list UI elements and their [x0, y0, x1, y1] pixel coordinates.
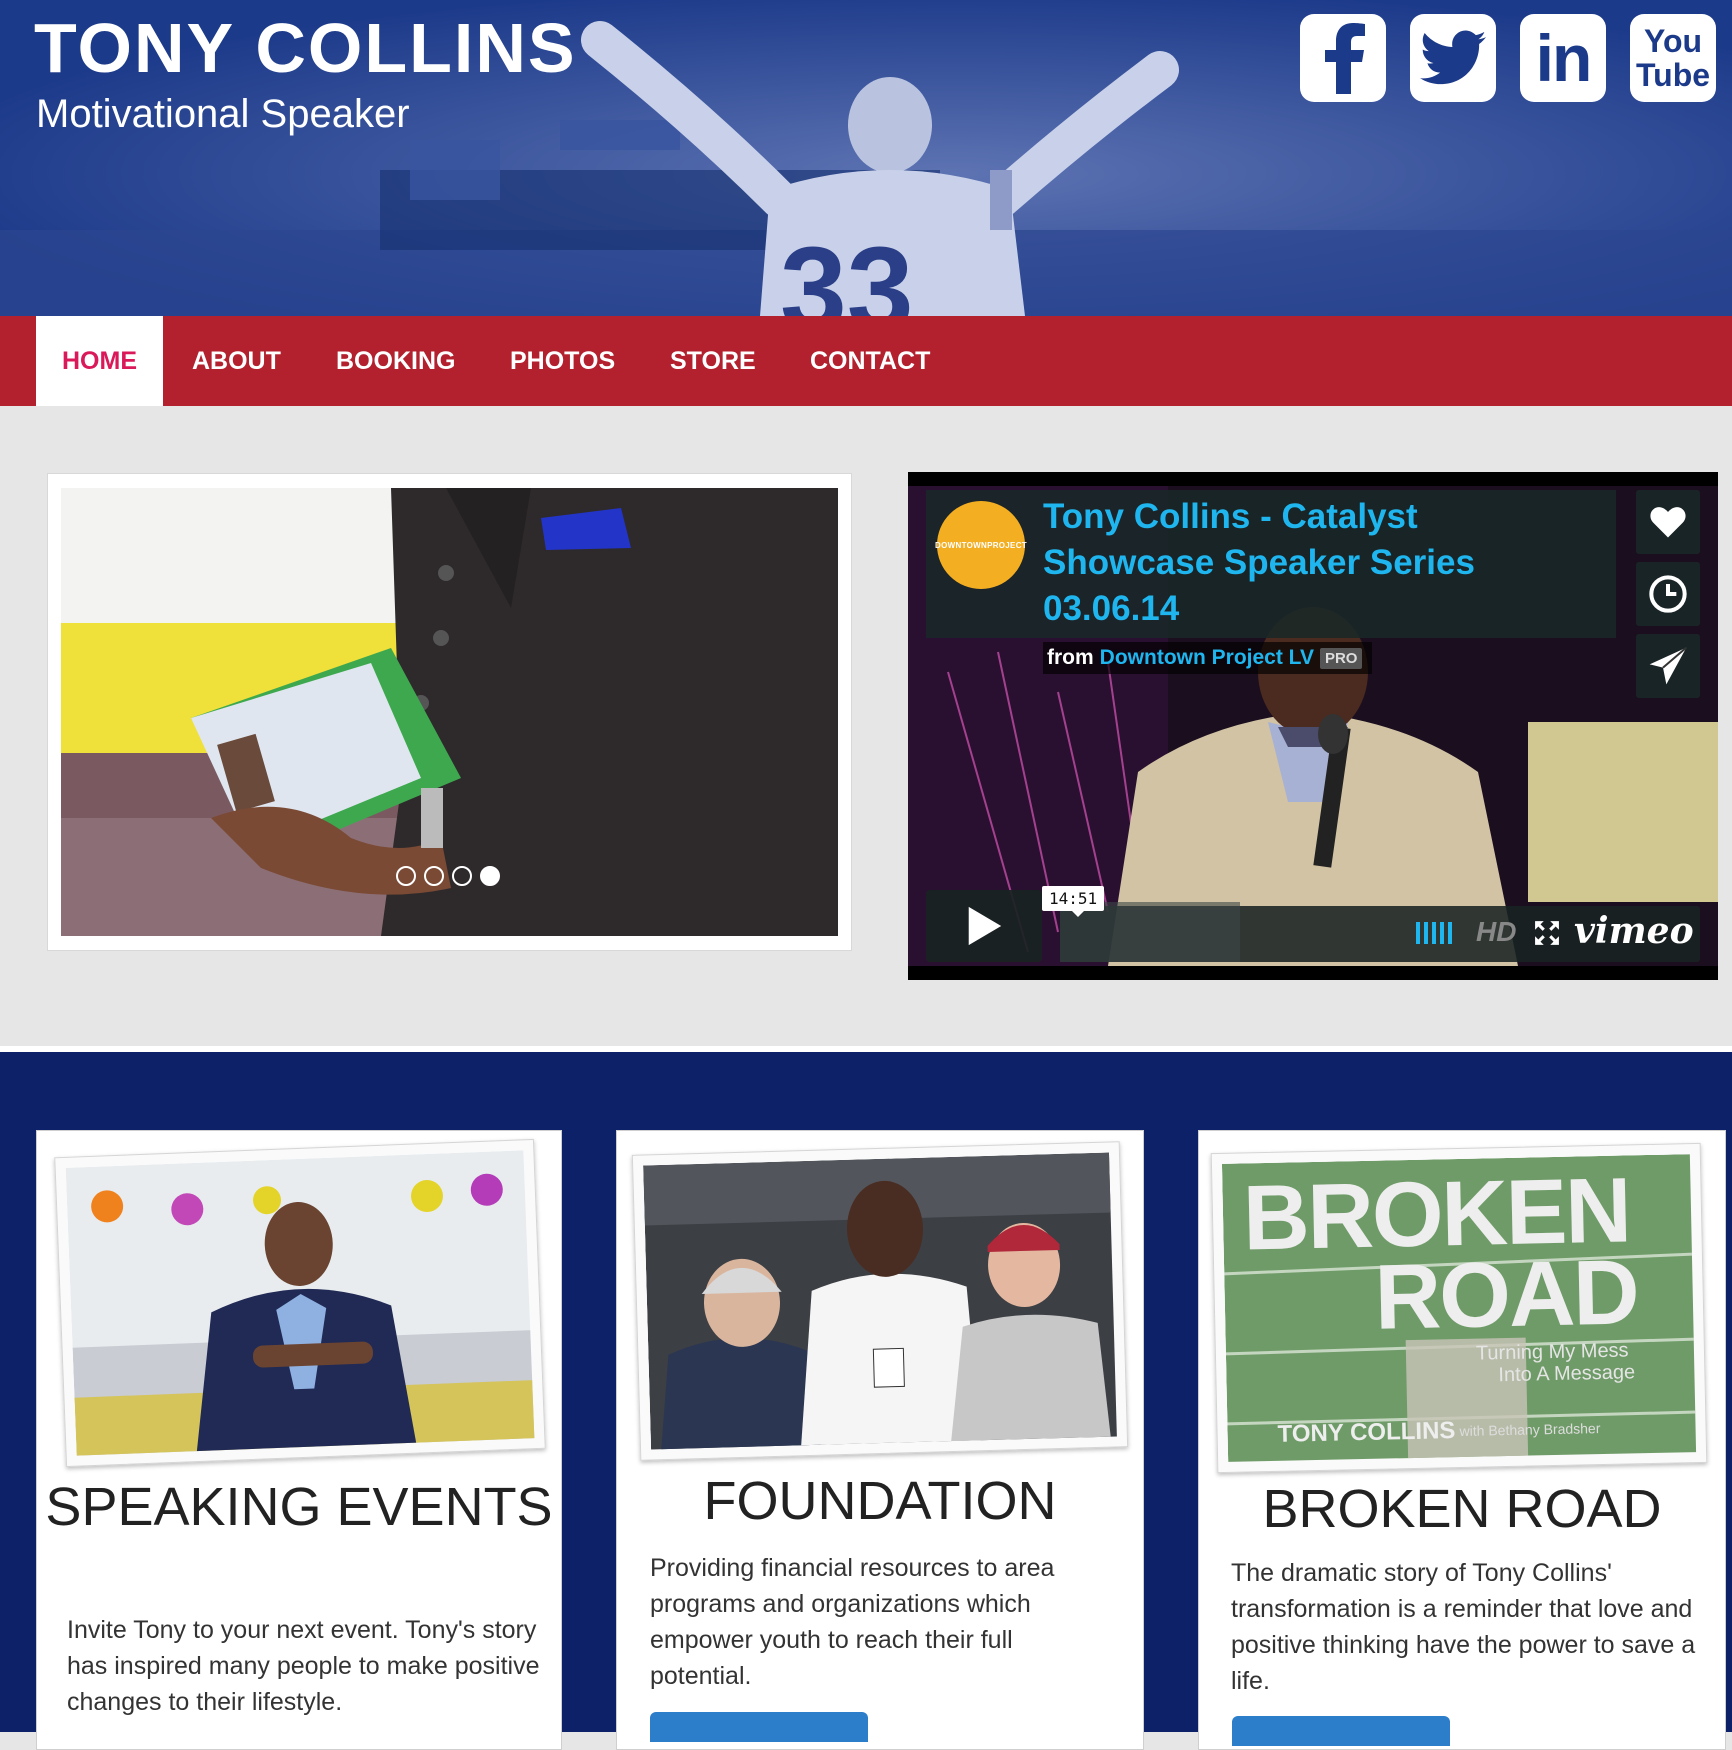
book-author: TONY COLLINS	[1277, 1417, 1456, 1448]
site-subtitle: Motivational Speaker	[36, 92, 410, 136]
site-header: 33 TONY COLLINS Motivational Speaker in …	[0, 0, 1732, 316]
video-author-link[interactable]: Downtown Project LV	[1100, 646, 1314, 670]
speaking-events-title: SPEAKING EVENTS	[45, 1477, 553, 1537]
svg-text:33: 33	[780, 222, 913, 316]
nav-store[interactable]: STORE	[644, 316, 782, 406]
fullscreen-icon	[1535, 921, 1559, 945]
youtube-link[interactable]: You Tube	[1630, 14, 1716, 102]
facebook-icon	[1325, 23, 1365, 94]
heart-icon	[1650, 507, 1686, 538]
linkedin-link[interactable]: in	[1520, 14, 1606, 102]
video-duration: 14:51	[1042, 886, 1105, 917]
youtube-icon-top: You	[1643, 23, 1703, 59]
nav-booking[interactable]: BOOKING	[310, 316, 481, 406]
video-progress-bar[interactable]	[1060, 902, 1240, 962]
foundation-photo-frame	[631, 1141, 1129, 1461]
youtube-icon: You Tube	[1636, 24, 1710, 92]
site-title: TONY COLLINS	[34, 9, 577, 87]
youtube-icon-bottom: Tube	[1635, 57, 1711, 93]
broken-road-learn-more-button[interactable]	[1232, 1716, 1450, 1746]
foundation-photo	[643, 1152, 1117, 1450]
share-button[interactable]	[1636, 634, 1700, 698]
paper-plane-icon	[1649, 646, 1687, 685]
foundation-title: FOUNDATION	[703, 1471, 1057, 1531]
broken-road-photo-frame: BROKEN ROAD Turning My Mess Into A Messa…	[1210, 1142, 1708, 1474]
broken-road-title: BROKEN ROAD	[1262, 1479, 1662, 1539]
video-from-label: from	[1047, 646, 1094, 669]
like-button[interactable]	[1636, 490, 1700, 554]
nav-photos[interactable]: PHOTOS	[484, 316, 641, 406]
speaking-events-photo	[65, 1150, 535, 1456]
social-links: in You Tube	[1300, 14, 1716, 102]
pro-badge: PRO	[1319, 647, 1363, 669]
slider-dot-3[interactable]	[452, 866, 472, 886]
nav-contact[interactable]: CONTACT	[784, 316, 956, 406]
hd-toggle[interactable]: HD	[1476, 916, 1516, 948]
foundation-text: Providing financial resources to area pr…	[650, 1554, 1055, 1690]
slider-dot-1[interactable]	[396, 866, 416, 886]
play-button[interactable]	[926, 890, 1042, 962]
downtown-project-logo[interactable]: DOWNTOWNPROJECT	[935, 501, 1027, 589]
slider-dot-4[interactable]	[480, 866, 500, 886]
clock-icon	[1649, 575, 1687, 613]
broken-road-text: The dramatic story of Tony Collins' tran…	[1231, 1559, 1696, 1695]
volume-control[interactable]	[1416, 922, 1452, 944]
video-byline: from Downtown Project LV PRO	[1043, 642, 1373, 674]
linkedin-icon: in	[1535, 21, 1593, 95]
book-tagline-2: Into A Message	[1498, 1361, 1636, 1387]
main-nav: HOME ABOUT BOOKING PHOTOS STORE CONTACT	[0, 316, 1732, 406]
play-icon	[968, 906, 1002, 946]
book-coauthor: with Bethany Bradsher	[1459, 1420, 1601, 1440]
watch-later-button[interactable]	[1636, 562, 1700, 626]
speaking-events-text: Invite Tony to your next event. Tony's s…	[67, 1616, 540, 1716]
twitter-link[interactable]	[1410, 14, 1496, 102]
nav-home[interactable]: HOME	[36, 316, 163, 406]
fullscreen-button[interactable]	[1534, 920, 1560, 951]
speaking-events-photo-frame	[54, 1138, 546, 1468]
nav-about[interactable]: ABOUT	[166, 316, 307, 406]
vimeo-video-player[interactable]: DOWNTOWNPROJECT Tony Collins - Catalyst …	[908, 472, 1718, 980]
twitter-icon	[1420, 30, 1486, 85]
slider-dot-2[interactable]	[424, 866, 444, 886]
foundation-learn-more-button[interactable]	[650, 1712, 868, 1742]
vimeo-logo[interactable]: vimeo	[1574, 910, 1694, 952]
slider-dots	[396, 866, 500, 886]
facebook-link[interactable]	[1300, 14, 1386, 102]
video-title[interactable]: Tony Collins - Catalyst Showcase Speaker…	[1043, 494, 1583, 632]
book-title-line2: ROAD	[1373, 1241, 1639, 1349]
